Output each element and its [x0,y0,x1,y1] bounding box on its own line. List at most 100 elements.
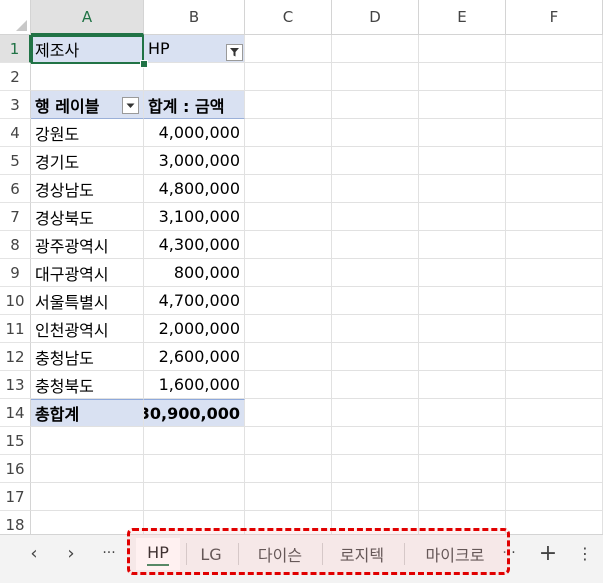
filter-dropdown-button[interactable] [226,44,243,61]
empty-cell[interactable] [506,259,603,287]
row-header-16[interactable]: 16 [0,455,31,483]
empty-cell[interactable] [332,371,419,399]
more-sheets-left-button[interactable]: ··· [91,535,127,571]
pivot-region-cell[interactable]: 충청남도 [31,343,144,371]
fill-handle[interactable] [140,60,148,68]
pivot-region-cell[interactable]: 경상북도 [31,203,144,231]
pivot-amount-cell[interactable]: 4,000,000 [144,119,245,147]
empty-cell[interactable] [245,147,332,175]
spreadsheet-grid[interactable]: A B C D E F 1 2 3 4 5 6 7 8 9 10 11 12 1… [0,0,603,534]
row-header-1[interactable]: 1 [0,35,31,63]
cell-b2[interactable] [144,63,245,91]
empty-cell[interactable] [245,399,332,427]
prev-sheet-button[interactable]: ‹ [16,535,52,571]
empty-cell[interactable] [332,343,419,371]
row-header-17[interactable]: 17 [0,483,31,511]
empty-cell[interactable] [419,399,506,427]
pivot-region-cell[interactable]: 강원도 [31,119,144,147]
empty-cell[interactable] [31,455,144,483]
row-header-9[interactable]: 9 [0,259,31,287]
empty-cell[interactable] [245,343,332,371]
select-all-corner[interactable] [0,0,31,35]
empty-cell[interactable] [419,91,506,119]
row-header-15[interactable]: 15 [0,427,31,455]
grand-total-amount[interactable]: 30,900,000 [144,399,245,427]
empty-cell[interactable] [332,511,419,534]
empty-cell[interactable] [332,119,419,147]
sheet-tab-logitech[interactable]: 로지텍 [326,538,398,570]
empty-cell[interactable] [419,119,506,147]
empty-cell[interactable] [31,427,144,455]
pivot-amount-cell[interactable]: 2,600,000 [144,343,245,371]
empty-cell[interactable] [245,231,332,259]
row-header-11[interactable]: 11 [0,315,31,343]
empty-cell[interactable] [506,63,603,91]
empty-cell[interactable] [506,231,603,259]
empty-cell[interactable] [419,371,506,399]
empty-cell[interactable] [332,35,419,63]
empty-cell[interactable] [506,91,603,119]
empty-cell[interactable] [245,91,332,119]
empty-cell[interactable] [419,315,506,343]
pivot-amount-cell[interactable]: 800,000 [144,259,245,287]
sheet-tab-lg[interactable]: LG [190,538,232,570]
empty-cell[interactable] [506,399,603,427]
empty-cell[interactable] [245,287,332,315]
empty-cell[interactable] [419,427,506,455]
row-header-6[interactable]: 6 [0,175,31,203]
empty-cell[interactable] [332,147,419,175]
sum-amount-header[interactable]: 합계 : 금액 [144,91,245,119]
empty-cell[interactable] [245,455,332,483]
empty-cell[interactable] [419,259,506,287]
empty-cell[interactable] [245,483,332,511]
empty-cell[interactable] [506,287,603,315]
grand-total-label[interactable]: 총합계 [31,399,144,427]
row-labels-dropdown-button[interactable] [122,97,139,114]
empty-cell[interactable] [332,483,419,511]
empty-cell[interactable] [506,119,603,147]
empty-cell[interactable] [419,231,506,259]
pivot-amount-cell[interactable]: 3,100,000 [144,203,245,231]
empty-cell[interactable] [245,315,332,343]
row-header-18[interactable]: 18 [0,511,31,534]
empty-cell[interactable] [144,427,245,455]
sheet-tab-hp[interactable]: HP [136,538,180,570]
empty-cell[interactable] [419,343,506,371]
empty-cell[interactable] [506,35,603,63]
empty-cell[interactable] [245,259,332,287]
sheet-tab-microsoft[interactable]: 마이크로 [410,538,500,570]
empty-cell[interactable] [332,287,419,315]
empty-cell[interactable] [506,455,603,483]
empty-cell[interactable] [332,315,419,343]
row-header-10[interactable]: 10 [0,287,31,315]
empty-cell[interactable] [332,231,419,259]
empty-cell[interactable] [419,63,506,91]
empty-cell[interactable] [31,511,144,534]
row-header-7[interactable]: 7 [0,203,31,231]
row-header-14[interactable]: 14 [0,399,31,427]
pivot-region-cell[interactable]: 충청북도 [31,371,144,399]
column-header-c[interactable]: C [245,0,332,35]
empty-cell[interactable] [506,427,603,455]
empty-cell[interactable] [419,287,506,315]
empty-cell[interactable] [245,427,332,455]
empty-cell[interactable] [419,35,506,63]
pivot-amount-cell[interactable]: 3,000,000 [144,147,245,175]
pivot-region-cell[interactable]: 서울특별시 [31,287,144,315]
empty-cell[interactable] [506,343,603,371]
empty-cell[interactable] [332,399,419,427]
empty-cell[interactable] [506,315,603,343]
empty-cell[interactable] [144,511,245,534]
empty-cell[interactable] [245,35,332,63]
pivot-amount-cell[interactable]: 1,600,000 [144,371,245,399]
empty-cell[interactable] [332,63,419,91]
empty-cell[interactable] [332,203,419,231]
row-header-12[interactable]: 12 [0,343,31,371]
empty-cell[interactable] [245,203,332,231]
more-sheets-right-button[interactable]: ··· [496,535,522,571]
empty-cell[interactable] [506,371,603,399]
empty-cell[interactable] [332,427,419,455]
empty-cell[interactable] [332,91,419,119]
empty-cell[interactable] [31,483,144,511]
pivot-amount-cell[interactable]: 2,000,000 [144,315,245,343]
